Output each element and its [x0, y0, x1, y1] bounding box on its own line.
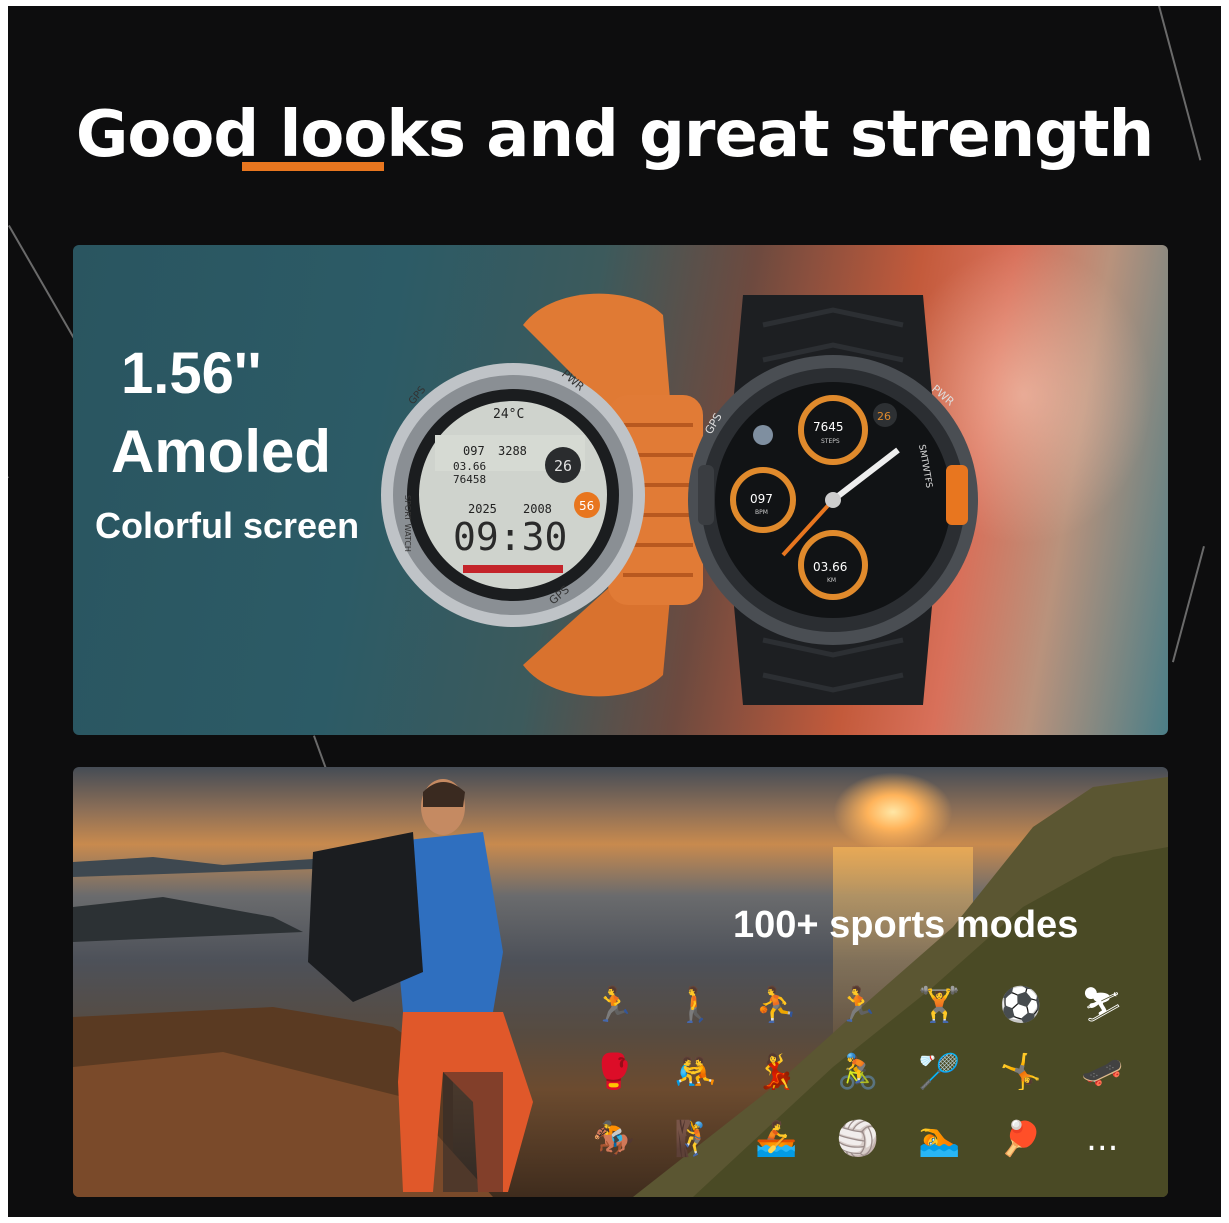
- volleyball-icon: 🏐: [836, 1118, 880, 1159]
- football-icon: ⚽: [999, 985, 1043, 1026]
- watch2-dist-label: KM: [827, 577, 836, 584]
- watch2-dist: 03.66: [813, 560, 847, 574]
- cycling-icon: 🚴: [836, 1051, 880, 1092]
- watch1-year: 2025: [468, 502, 497, 516]
- running-icon: 🏃: [592, 985, 635, 1026]
- watch1-date: 2008: [523, 502, 552, 516]
- screen-subtitle: Colorful screen: [95, 505, 360, 546]
- sports-icons-grid: 🏃 🚶 ⛹ 🏃 🏋 ⚽ ⛷ 🥊 🤼 💃 🚴 🏸 🤸 🛹 🏇 🧗 🚣 🏐 🏊 🏓 …: [573, 972, 1143, 1172]
- watch2-steps-label: STEPS: [821, 438, 840, 445]
- watch2-steps: 7645: [813, 420, 844, 434]
- sports-title: 100+ sports modes: [733, 904, 1079, 946]
- screen-size: 1.56'': [121, 341, 262, 406]
- watch1-dist: 03.66: [453, 460, 486, 473]
- rowing-icon: 🚣: [755, 1118, 798, 1159]
- smartwatch-black: 7645 STEPS 097 BPM 03.66 KM 26 SMTWTFS P…: [688, 295, 978, 705]
- hiking-icon: 🚶: [673, 985, 717, 1026]
- treadmill-icon: 🏃: [836, 985, 880, 1026]
- watch2-day: 26: [877, 410, 891, 423]
- swimming-icon: 🏊: [918, 1118, 961, 1159]
- sports-panel: 100+ sports modes 🏃 🚶 ⛹ 🏃 🏋 ⚽ ⛷ 🥊 🤼 💃 🚴 …: [73, 767, 1168, 1197]
- display-panel: 1.56'' Amoled Colorful screen 097 3288 0…: [73, 245, 1168, 735]
- watch1-badge: 56: [579, 499, 594, 513]
- more-icon: ...: [1086, 1118, 1119, 1159]
- watch1-hr: 097: [463, 444, 485, 458]
- skiing-icon: ⛷: [1080, 985, 1124, 1026]
- climbing-icon: 🧗: [673, 1118, 717, 1159]
- watch2-hr: 097: [750, 492, 773, 506]
- dancing-icon: 💃: [755, 1051, 798, 1092]
- watch1-steps: 76458: [453, 473, 486, 486]
- headline-underline: [242, 162, 384, 171]
- boxing-icon: 🥊: [592, 1051, 635, 1092]
- horse-riding-icon: 🏇: [592, 1118, 635, 1159]
- watch1-day: 26: [554, 457, 572, 475]
- watch1-time: 09:30: [453, 515, 567, 559]
- watch2-hr-label: BPM: [755, 509, 768, 516]
- headline: Good looks and great strength: [75, 98, 1154, 172]
- hiker-photo: [308, 779, 533, 1192]
- poster: Good looks and great strength 1.56'' Amo…: [8, 6, 1221, 1217]
- skateboard-icon: 🛹: [1081, 1051, 1124, 1092]
- watch1-bezel-sport: SPORT WATCH: [403, 495, 412, 552]
- weightlifting-icon: 🏋: [918, 985, 961, 1026]
- screen-type: Amoled: [111, 418, 332, 485]
- badminton-icon: 🏸: [918, 1051, 961, 1092]
- smartwatch-orange: 097 3288 03.66 76458 24°C 26 2025 2008 0…: [381, 293, 703, 697]
- table-tennis-icon: 🏓: [999, 1118, 1043, 1159]
- gymnastics-icon: 🤸: [999, 1051, 1043, 1092]
- watch1-temp: 24°C: [493, 407, 524, 422]
- watch1-cal: 3288: [498, 444, 527, 458]
- basketball-icon: ⛹: [755, 985, 798, 1026]
- wrestling-icon: 🤼: [673, 1051, 717, 1092]
